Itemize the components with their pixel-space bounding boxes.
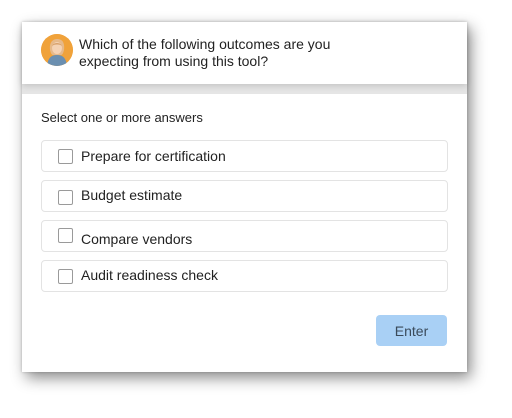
- option-compare-vendors[interactable]: Compare vendors: [41, 220, 448, 252]
- checkbox[interactable]: [58, 190, 73, 205]
- checkbox[interactable]: [58, 269, 73, 284]
- question-line-1: Which of the following outcomes are you: [79, 36, 331, 52]
- person-avatar-icon: [41, 34, 73, 66]
- question-line-2: expecting from using this tool?: [79, 53, 269, 69]
- question-header: Which of the following outcomes are you …: [22, 22, 467, 84]
- option-audit-readiness-check[interactable]: Audit readiness check: [41, 260, 448, 292]
- option-label: Compare vendors: [81, 231, 193, 247]
- checkbox[interactable]: [58, 149, 73, 164]
- option-label: Prepare for certification: [81, 148, 226, 164]
- survey-dialog: Which of the following outcomes are you …: [22, 22, 467, 372]
- option-budget-estimate[interactable]: Budget estimate: [41, 180, 448, 212]
- option-label: Audit readiness check: [81, 267, 218, 283]
- avatar: [41, 34, 73, 66]
- header-divider: [22, 84, 467, 94]
- option-prepare-for-certification[interactable]: Prepare for certification: [41, 140, 448, 172]
- checkbox[interactable]: [58, 228, 73, 243]
- option-label: Budget estimate: [81, 187, 183, 203]
- question-text: Which of the following outcomes are you …: [79, 36, 379, 70]
- enter-button[interactable]: Enter: [376, 315, 447, 346]
- instruction-text: Select one or more answers: [41, 110, 203, 125]
